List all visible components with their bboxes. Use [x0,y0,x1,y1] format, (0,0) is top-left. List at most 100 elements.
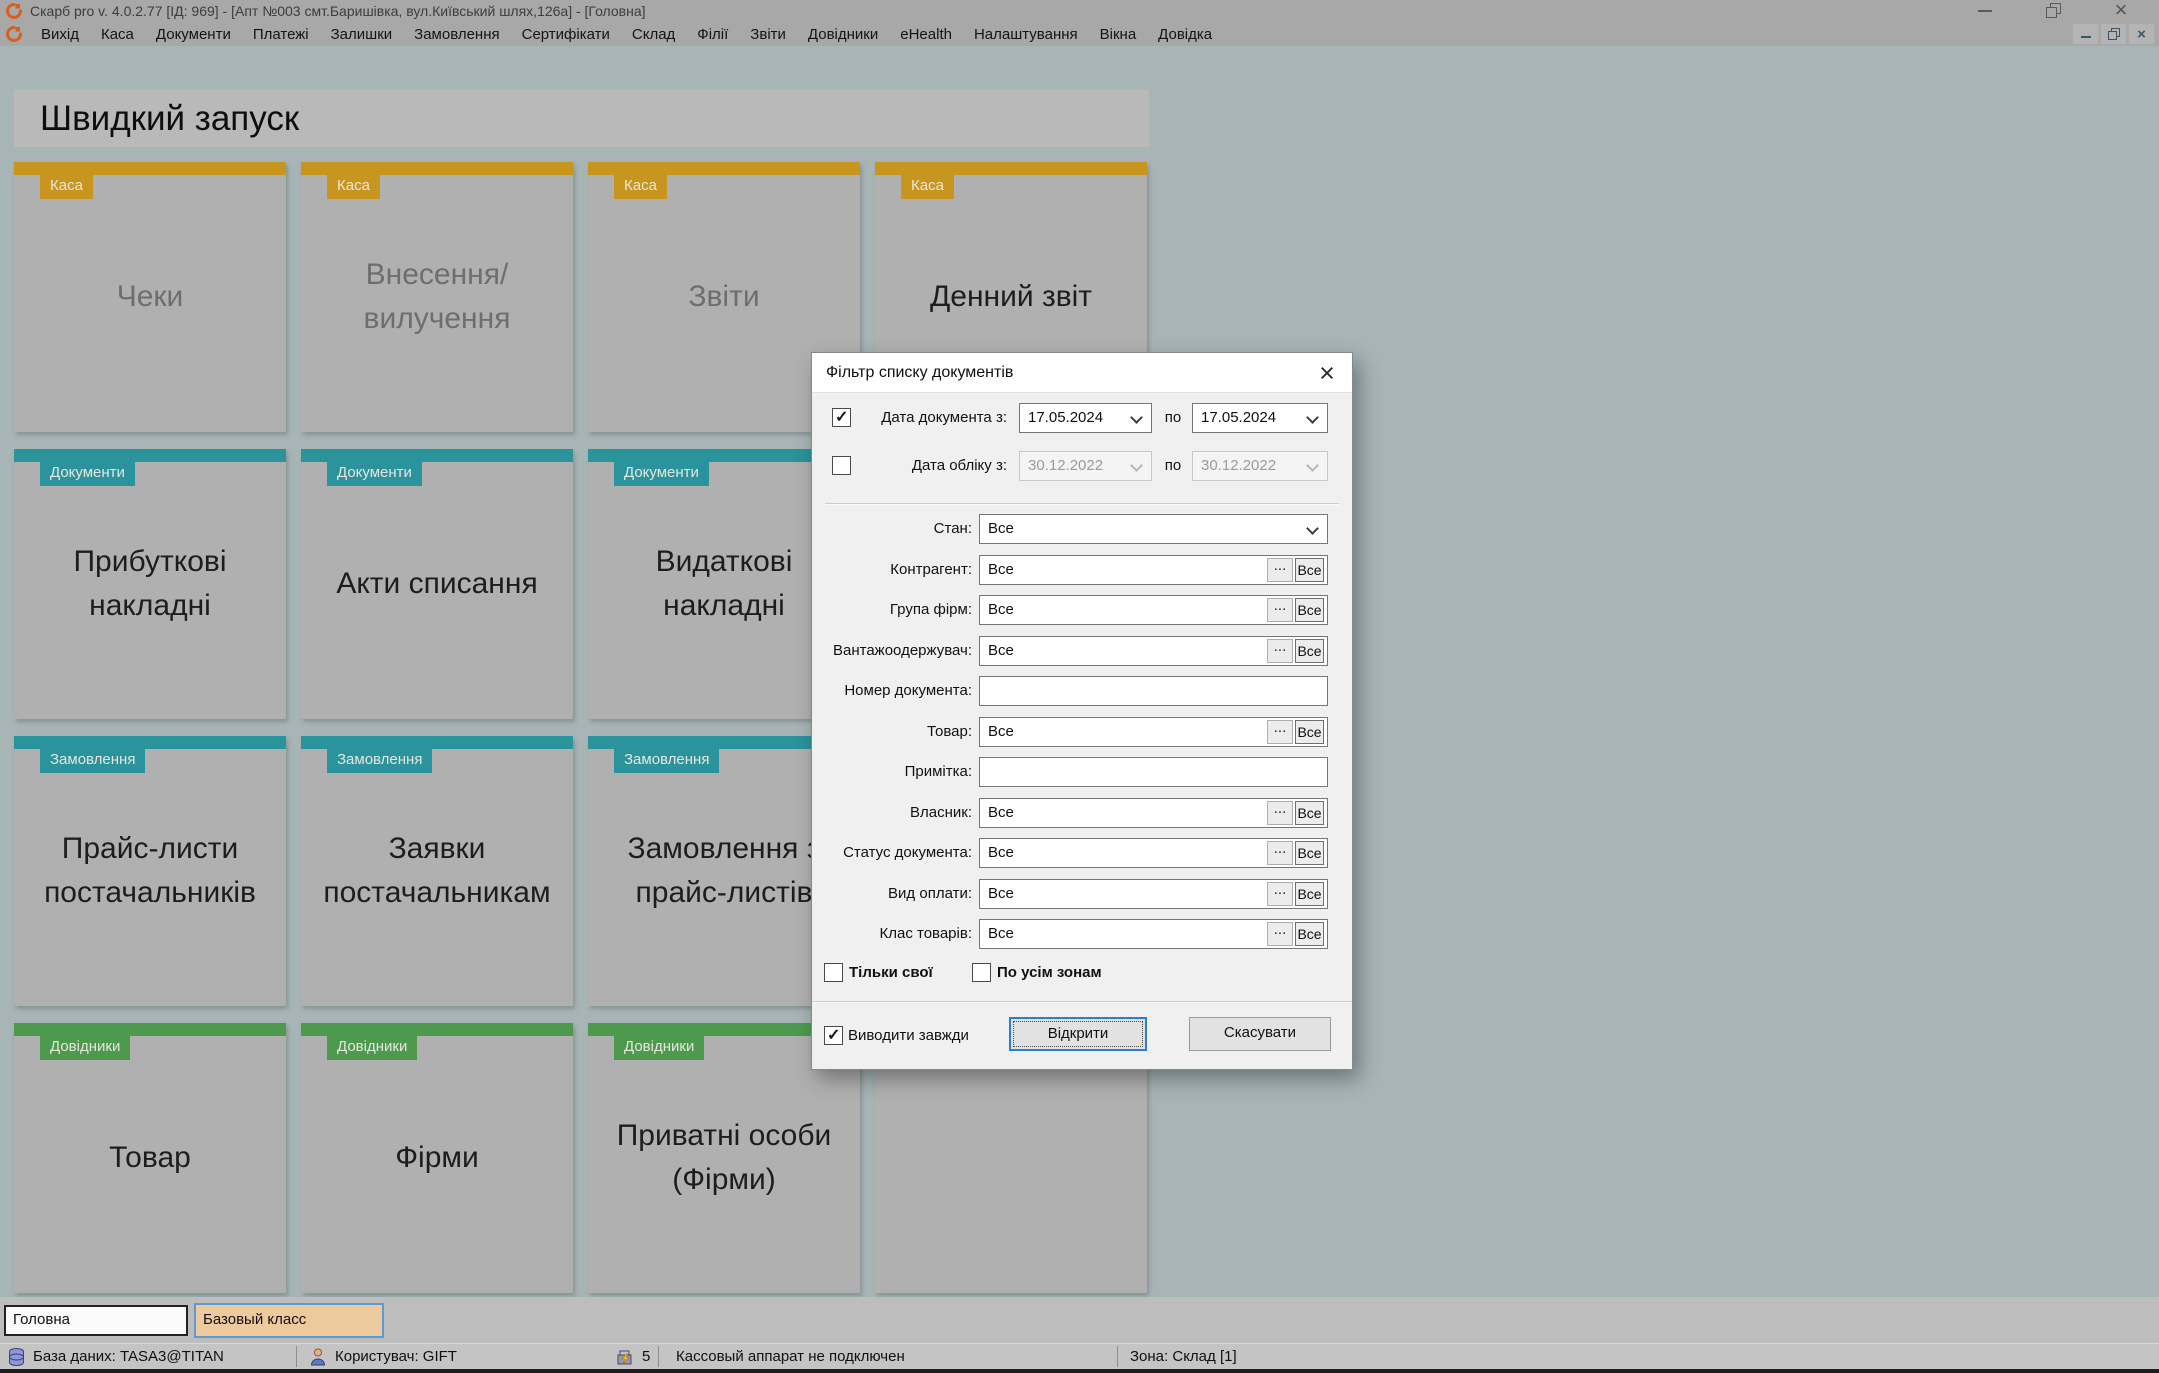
field-value-box[interactable]: Все ... Все [979,636,1328,666]
menu-item-2[interactable]: Каса [90,26,145,43]
field-label: Вантажоодержувач: [812,636,972,666]
field-all-button[interactable]: Все [1295,639,1324,663]
menu-item-12[interactable]: eHealth [889,26,963,43]
chevron-down-icon [1130,459,1143,472]
quick-launch-tile[interactable]: Довідники Фірми [301,1023,573,1293]
field-value: Все [988,723,1014,740]
field-value-box[interactable]: Все ... Все [979,838,1328,868]
field-value-box[interactable]: ... Все [979,757,1328,787]
quick-launch-tile[interactable]: Каса Внесення/вилучення [301,162,573,432]
field-all-button[interactable]: Все [1295,720,1324,744]
date-document-to-combo[interactable]: 17.05.2024 [1192,403,1328,433]
filter-field-row: Вид оплати: Все ... Все [812,879,1352,909]
menu-item-13[interactable]: Налаштування [963,26,1089,43]
field-value-box[interactable]: Все ... Все [979,879,1328,909]
field-label: Вид оплати: [812,879,972,909]
dialog-title: Фільтр списку документів [826,364,1013,382]
field-more-button[interactable]: ... [1267,841,1293,865]
status-divider [1117,1346,1118,1367]
menu-item-14[interactable]: Вікна [1089,26,1148,43]
tile-label: Чеки [14,162,286,432]
menu-item-4[interactable]: Платежі [242,26,320,43]
field-label: Клас товарів: [812,919,972,949]
field-value: Все [988,885,1014,902]
date-accounting-checkbox[interactable] [832,456,851,475]
field-value-box[interactable]: Все ... Все [979,919,1328,949]
quick-launch-tile[interactable]: Документи Прибуткові накладні [14,449,286,719]
page-title: Швидкий запуск [40,99,299,139]
menu-item-8[interactable]: Склад [621,26,686,43]
quick-launch-tile[interactable]: Документи Акти списання [301,449,573,719]
field-value-box[interactable]: ... Все [979,676,1328,706]
filter-field-row: Статус документа: Все ... Все [812,838,1352,868]
dialog-titlebar: Фільтр списку документів × [812,353,1352,393]
field-label: Контрагент: [812,555,972,585]
field-more-button[interactable]: ... [1267,801,1293,825]
quick-launch-tile[interactable]: Довідники Товар [14,1023,286,1293]
restore-button[interactable] [2038,0,2068,22]
quick-launch-tile[interactable]: Замовлення Заявки постачальникам [301,736,573,1006]
field-value-box[interactable]: Все ... Все [979,595,1328,625]
quick-launch-tile[interactable]: Замовлення Прайс-листи постачальників [14,736,286,1006]
field-more-button[interactable]: ... [1267,922,1293,946]
date-accounting-to-value: 30.12.2022 [1201,457,1276,474]
field-value-box[interactable]: Все ... Все [979,717,1328,747]
menu-item-10[interactable]: Звіти [739,26,797,43]
menu-item-7[interactable]: Сертифікати [511,26,621,43]
date-accounting-from-combo[interactable]: 30.12.2022 [1019,451,1152,481]
filter-field-row: Товар: Все ... Все [812,717,1352,747]
tab-main[interactable]: Головна [4,1305,188,1336]
mdi-minimize-button[interactable] [2073,24,2098,44]
all-zones-label: По усім зонам [997,962,1102,984]
field-all-button[interactable]: Все [1295,558,1324,582]
menu-item-11[interactable]: Довідники [797,26,889,43]
tab-base-class[interactable]: Базовый класс [194,1303,384,1338]
field-all-button[interactable]: Все [1295,882,1324,906]
date-accounting-row: Дата обліку з: 30.12.2022 по 30.12.2022 [812,451,1352,481]
all-zones-checkbox[interactable] [972,963,991,982]
date-accounting-to-combo[interactable]: 30.12.2022 [1192,451,1328,481]
only-own-checkbox[interactable] [824,963,843,982]
close-button[interactable]: × [2106,0,2136,22]
field-value-box[interactable]: Все ... Все [979,555,1328,585]
date-document-from-combo[interactable]: 17.05.2024 [1019,403,1152,433]
field-more-button[interactable]: ... [1267,639,1293,663]
menu-item-3[interactable]: Документи [145,26,242,43]
field-value-box[interactable]: Все ... Все [979,798,1328,828]
field-more-button[interactable]: ... [1267,558,1293,582]
date-to-label: по [1160,451,1186,481]
menu-item-1[interactable]: Вихід [30,26,90,43]
date-document-checkbox[interactable] [832,408,851,427]
open-button[interactable]: Відкрити [1009,1017,1147,1051]
filter-field-row: Клас товарів: Все ... Все [812,919,1352,949]
mdi-close-button[interactable]: × [2129,24,2154,44]
field-all-button[interactable]: Все [1295,598,1324,622]
status-divider [296,1346,297,1367]
field-value: Все [988,601,1014,618]
field-all-button[interactable]: Все [1295,922,1324,946]
field-more-button[interactable]: ... [1267,882,1293,906]
quick-launch-tile[interactable]: Каса Чеки [14,162,286,432]
menu-item-6[interactable]: Замовлення [403,26,510,43]
filter-dialog: Фільтр списку документів × Дата документ… [811,352,1353,1070]
mdi-window-controls: × [2073,24,2154,44]
minimize-button[interactable] [1970,0,2000,22]
status-divider [658,1346,659,1367]
field-more-button[interactable]: ... [1267,720,1293,744]
mdi-restore-button[interactable] [2101,24,2126,44]
menu-item-9[interactable]: Філії [686,26,739,43]
date-to-label: по [1160,403,1186,433]
cancel-button[interactable]: Скасувати [1189,1017,1331,1051]
menu-item-15[interactable]: Довідка [1147,26,1223,43]
tile-label: Прибуткові накладні [14,449,286,719]
menu-item-5[interactable]: Залишки [320,26,404,43]
field-all-button[interactable]: Все [1295,841,1324,865]
always-show-checkbox[interactable] [824,1026,843,1045]
field-all-button[interactable]: Все [1295,801,1324,825]
filter-field-row: Група фірм: Все ... Все [812,595,1352,625]
field-more-button[interactable]: ... [1267,598,1293,622]
dialog-close-icon[interactable]: × [1312,358,1342,388]
field-value-box[interactable]: Все ... Все [979,514,1328,544]
field-label: Група фірм: [812,595,972,625]
field-label: Стан: [812,514,972,544]
